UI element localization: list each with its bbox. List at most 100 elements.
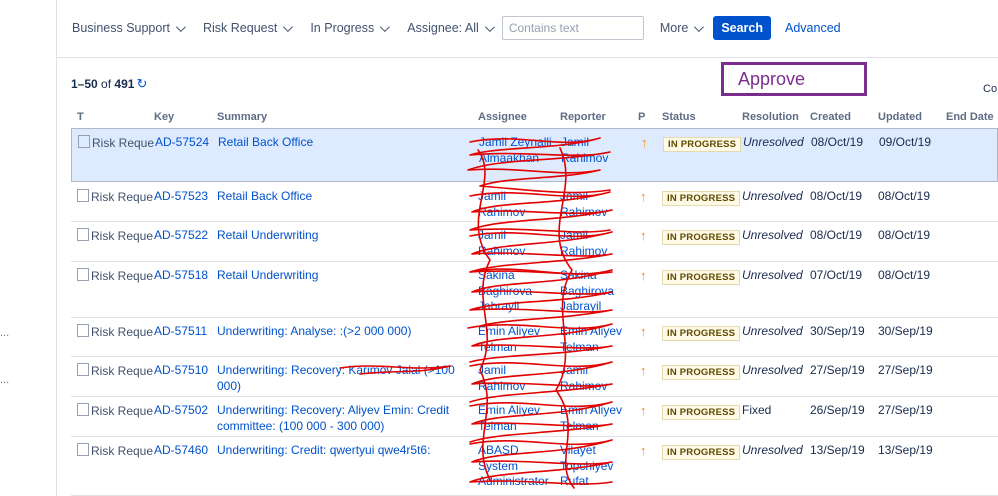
issue-summary[interactable]: Retail Back Office (217, 189, 467, 205)
advanced-search-link[interactable]: Advanced (785, 21, 841, 35)
rail-ellipsis-2[interactable]: ... (0, 374, 9, 386)
priority-high-icon: ↑ (640, 228, 647, 243)
col-reporter[interactable]: Reporter (560, 111, 606, 123)
issue-summary[interactable]: Retail Underwriting (217, 228, 467, 244)
col-end-date[interactable]: End Date (946, 111, 994, 123)
status-badge: IN PROGRESS (662, 230, 741, 245)
issue-summary[interactable]: Underwriting: Recovery: Aliyev Emin: Cre… (217, 403, 467, 434)
issue-key[interactable]: AD-57502 (154, 403, 208, 419)
issue-resolution: Unresolved (742, 443, 803, 457)
chevron-down-icon (175, 21, 186, 32)
priority-high-icon: ↑ (641, 135, 648, 150)
col-resolution[interactable]: Resolution (742, 111, 799, 123)
issue-type-icon: Risk Reque (77, 403, 153, 420)
search-button[interactable]: Search (713, 16, 772, 40)
issue-resolution: Unresolved (743, 135, 804, 149)
priority-high-icon: ↑ (640, 268, 647, 283)
columns-button-truncated[interactable]: Co (983, 83, 997, 95)
col-key[interactable]: Key (154, 111, 174, 123)
issue-summary[interactable]: Retail Underwriting (217, 268, 467, 284)
issue-reporter[interactable]: Vilayet Topchiyev Rufat (560, 443, 636, 490)
rail-ellipsis-1[interactable]: ... (0, 327, 9, 339)
priority-high-icon: ↑ (640, 189, 647, 204)
issue-key[interactable]: AD-57460 (154, 443, 208, 459)
status-badge: IN PROGRESS (662, 326, 741, 341)
issue-summary[interactable]: Underwriting: Recovery: Karimov Jalal (>… (217, 363, 467, 394)
issue-updated: 27/Sep/19 (878, 403, 933, 417)
type-filter-label: Risk Request (202, 21, 278, 35)
refresh-icon[interactable]: ↻ (136, 76, 147, 91)
table-row[interactable]: Risk Reque AD-57518 Retail Underwriting … (71, 262, 998, 318)
assignee-filter-label: Assignee: All (407, 21, 479, 35)
text-search-input[interactable] (501, 16, 644, 40)
issue-reporter[interactable]: Jamil Rahimov (560, 189, 636, 220)
col-priority[interactable]: P (638, 111, 645, 123)
issue-summary[interactable]: Underwriting: Credit: qwertyui qwe4r5t6: (217, 443, 467, 459)
results-range: 1–50 (71, 77, 98, 91)
col-created[interactable]: Created (810, 111, 851, 123)
type-filter[interactable]: Risk Request (202, 21, 294, 35)
approve-annotation: Approve (721, 62, 867, 96)
col-type[interactable]: T (77, 111, 84, 123)
table-row[interactable]: Risk Reque AD-57510 Underwriting: Recove… (71, 357, 998, 397)
issue-type-icon: Risk Reque (77, 268, 153, 285)
table-row[interactable]: Risk Reque AD-57523 Retail Back Office J… (71, 183, 998, 222)
table-row[interactable]: Risk Reque AD-57522 Retail Underwriting … (71, 222, 998, 262)
table-row[interactable]: Risk Reque AD-57524 Retail Back Office J… (71, 128, 998, 182)
more-filter[interactable]: More (659, 21, 705, 35)
issue-key[interactable]: AD-57524 (155, 135, 209, 151)
issue-created: 08/Oct/19 (811, 135, 864, 149)
issue-reporter[interactable]: Emin Aliyev Telman (560, 403, 636, 434)
issue-reporter[interactable]: Jamil Rahimov (560, 363, 636, 394)
issue-assignee[interactable]: Emin Aliyev Telman (478, 403, 556, 434)
issue-key[interactable]: AD-57523 (154, 189, 208, 205)
issue-summary[interactable]: Retail Back Office (218, 135, 468, 151)
issue-reporter[interactable]: Jamil Rahimov (561, 135, 637, 166)
results-of: of (101, 77, 112, 91)
col-updated[interactable]: Updated (878, 111, 922, 123)
issue-type-icon: Risk Reque (77, 228, 153, 245)
issue-updated: 08/Oct/19 (878, 228, 931, 242)
issue-summary[interactable]: Underwriting: Analyse: :(>2 000 000) (217, 324, 467, 340)
table-row[interactable]: Risk Reque AD-57502 Underwriting: Recove… (71, 397, 998, 437)
issue-resolution: Unresolved (742, 189, 803, 203)
issue-key[interactable]: AD-57522 (154, 228, 208, 244)
chevron-down-icon (283, 21, 294, 32)
col-summary[interactable]: Summary (217, 111, 267, 123)
assignee-filter[interactable]: Assignee: All (407, 21, 495, 35)
more-filter-label: More (659, 21, 689, 35)
header-divider (56, 57, 998, 58)
project-filter[interactable]: Business Support (72, 21, 186, 35)
issue-key[interactable]: AD-57518 (154, 268, 208, 284)
status-badge: IN PROGRESS (663, 137, 742, 152)
priority-high-icon: ↑ (640, 324, 647, 339)
issue-reporter[interactable]: Sakina Baghirova Jabrayil (560, 268, 636, 315)
status-filter[interactable]: In Progress (310, 21, 391, 35)
issue-updated: 27/Sep/19 (878, 363, 933, 377)
issue-assignee[interactable]: Jamil Zeynalli Almaakhan (479, 135, 557, 166)
results-total: 491 (114, 77, 135, 91)
col-assignee[interactable]: Assignee (478, 111, 527, 123)
chevron-down-icon (694, 21, 705, 32)
col-status[interactable]: Status (662, 111, 696, 123)
issue-reporter[interactable]: Emin Aliyev Telman (560, 324, 636, 355)
status-badge: IN PROGRESS (662, 445, 741, 460)
table-row[interactable]: Risk Reque AD-57511 Underwriting: Analys… (71, 318, 998, 357)
issue-assignee[interactable]: Jamil Rahimov (478, 228, 556, 259)
issue-key[interactable]: AD-57510 (154, 363, 208, 379)
priority-high-icon: ↑ (640, 363, 647, 378)
issue-key[interactable]: AD-57511 (154, 324, 207, 340)
chevron-down-icon (380, 21, 391, 32)
issue-assignee[interactable]: Jamil Rahimov (478, 363, 556, 394)
project-filter-label: Business Support (72, 21, 170, 35)
issue-assignee[interactable]: Jamil Rahimov (478, 189, 556, 220)
issue-resolution: Unresolved (742, 268, 803, 282)
table-row[interactable]: Risk Reque AD-57460 Underwriting: Credit… (71, 437, 998, 496)
issue-reporter[interactable]: Jamil Rahimov (560, 228, 636, 259)
issue-assignee[interactable]: Emin Aliyev Telman (478, 324, 556, 355)
issue-type-icon: Risk Reque (77, 363, 153, 380)
issue-updated: 08/Oct/19 (878, 189, 931, 203)
issue-created: 30/Sep/19 (810, 324, 865, 338)
issue-assignee[interactable]: ABASD System Administrator (478, 443, 556, 490)
issue-assignee[interactable]: Sakina Baghirova Jabrayil (478, 268, 556, 315)
